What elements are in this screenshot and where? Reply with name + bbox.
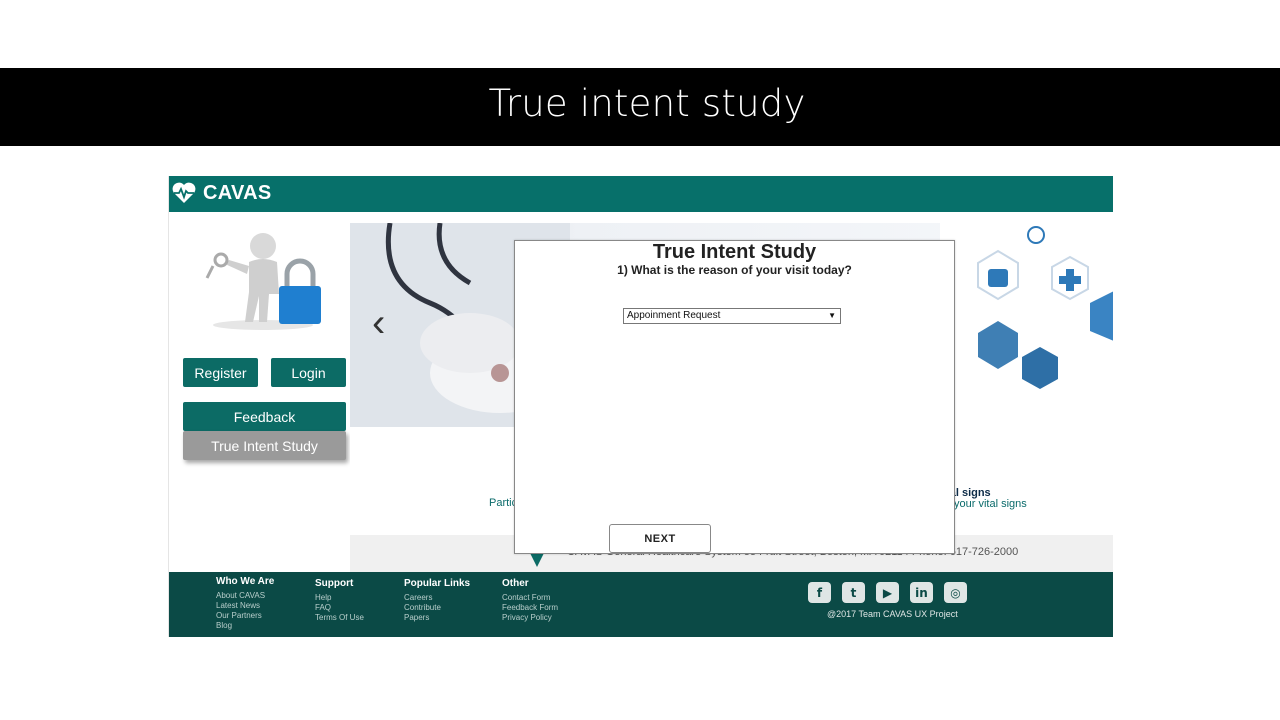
carousel-prev-arrow-icon[interactable]: ‹ <box>372 303 385 343</box>
medical-hexagon-graphic <box>940 223 1113 427</box>
footer-link[interactable]: Papers <box>404 613 470 623</box>
heart-pulse-icon <box>172 182 196 203</box>
next-button[interactable]: NEXT <box>609 524 711 553</box>
sidebar: Register Login Feedback True Intent Stud… <box>169 212 350 572</box>
register-button[interactable]: Register <box>183 358 258 387</box>
footer-link[interactable]: FAQ <box>315 603 364 613</box>
feedback-button[interactable]: Feedback <box>183 402 346 431</box>
footer-link[interactable]: Help <box>315 593 364 603</box>
footer-link[interactable]: Careers <box>404 593 470 603</box>
security-figure-illustration <box>205 233 321 330</box>
footer-link[interactable]: Blog <box>216 621 274 631</box>
partial-info-text: Partic <box>489 497 518 509</box>
site-header: CAVAS <box>169 176 1113 212</box>
footer-link[interactable]: Contribute <box>404 603 470 613</box>
modal-question: 1) What is the reason of your visit toda… <box>617 263 852 277</box>
linkedin-icon[interactable]: in <box>910 582 933 603</box>
map-pin-icon <box>530 553 544 567</box>
footer-col-heading: Popular Links <box>404 578 471 589</box>
dropdown-caret-icon: ▼ <box>828 311 836 320</box>
website-screenshot: CAVAS Register Login Feedback True Inten… <box>168 176 1113 637</box>
visit-reason-selected-value: Appoinment Request <box>627 310 721 321</box>
vital-signs-subtitle: your vital signs <box>954 498 1027 510</box>
footer-col-popular-links: Popular Links Careers Contribute Papers <box>404 578 470 623</box>
footer-col-heading: Support <box>315 578 354 589</box>
footer-col-support: Support Help FAQ Terms Of Use <box>315 578 364 623</box>
youtube-icon[interactable]: ▶ <box>876 582 899 603</box>
facebook-icon[interactable]: f <box>808 582 831 603</box>
footer-col-other: Other Contact Form Feedback Form Privacy… <box>502 578 558 623</box>
twitter-icon[interactable]: t <box>842 582 865 603</box>
true-intent-study-button[interactable]: True Intent Study <box>183 431 346 460</box>
login-button[interactable]: Login <box>271 358 346 387</box>
site-logo[interactable]: CAVAS <box>171 181 272 205</box>
social-links: f t ▶ in ◎ <box>808 582 967 603</box>
instagram-icon[interactable]: ◎ <box>944 582 967 603</box>
visit-reason-select[interactable]: Appoinment Request ▼ <box>623 308 841 324</box>
footer-link[interactable]: Contact Form <box>502 593 558 603</box>
modal-title: True Intent Study <box>652 241 817 263</box>
copyright-text: @2017 Team CAVAS UX Project <box>827 609 958 619</box>
footer-col-heading: Who We Are <box>216 576 275 587</box>
footer-link[interactable]: About CAVAS <box>216 591 274 601</box>
footer-link[interactable]: Privacy Policy <box>502 613 558 623</box>
slide-title-bar: True intent study <box>0 68 1280 146</box>
brand-name: CAVAS <box>203 181 272 204</box>
footer-col-who-we-are: Who We Are About CAVAS Latest News Our P… <box>216 576 274 631</box>
footer-link[interactable]: Our Partners <box>216 611 274 621</box>
true-intent-study-modal: True Intent Study 1) What is the reason … <box>514 240 955 554</box>
footer-col-heading: Other <box>502 578 529 589</box>
slide: True intent study CAVAS Register Login F… <box>0 0 1280 720</box>
site-footer: Who We Are About CAVAS Latest News Our P… <box>169 572 1113 637</box>
footer-link[interactable]: Latest News <box>216 601 274 611</box>
footer-link[interactable]: Feedback Form <box>502 603 558 613</box>
slide-title: True intent study <box>488 82 806 125</box>
footer-link[interactable]: Terms Of Use <box>315 613 364 623</box>
